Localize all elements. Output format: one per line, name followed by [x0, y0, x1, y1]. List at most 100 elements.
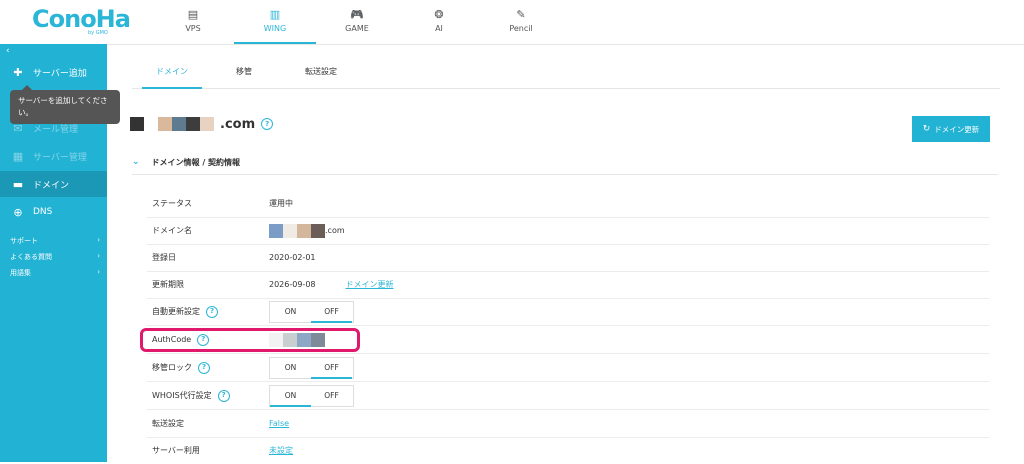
- nav-pencil[interactable]: ✎ Pencil: [480, 0, 562, 44]
- nav-label: VPS: [185, 24, 201, 33]
- row-auto-renew: 自動更新設定 ? ON OFF: [147, 298, 989, 326]
- row-value: 2026-09-08 ドメイン更新: [269, 271, 394, 298]
- service-nav: ▤ VPS ▥ WING 🎮 GAME ❂ AI ✎ Pencil: [152, 0, 562, 44]
- row-value: .com: [269, 217, 345, 244]
- domain-title: .com: [220, 116, 256, 132]
- redacted-block: [283, 223, 297, 238]
- whois-toggle: ON OFF: [269, 385, 354, 407]
- row-label: ドメイン名: [152, 226, 192, 235]
- domain-header: .com ?: [130, 116, 274, 132]
- toggle-on[interactable]: ON: [270, 358, 311, 378]
- toggle-off[interactable]: OFF: [311, 386, 352, 406]
- row-value: 未設定: [269, 437, 293, 464]
- row-label: 更新期限: [152, 280, 184, 289]
- nav-label: Pencil: [509, 24, 533, 33]
- logo-sub: by GMO: [88, 30, 108, 36]
- sidebar-item-label: サーバー追加: [33, 68, 87, 79]
- brain-icon: ❂: [434, 8, 444, 21]
- expiry-date: 2026-09-08: [269, 280, 316, 289]
- pencil-icon: ✎: [516, 8, 526, 21]
- nav-game[interactable]: 🎮 GAME: [316, 0, 398, 44]
- tab-transfer[interactable]: 移管: [224, 56, 264, 88]
- collapse-sidebar-icon[interactable]: ‹: [6, 46, 10, 56]
- row-label: 転送設定: [152, 419, 184, 428]
- domain-info-section-header[interactable]: ⌄ ドメイン情報 / 契約情報: [132, 150, 998, 175]
- chevron-down-icon: ⌄: [132, 157, 140, 167]
- domain-renew-button[interactable]: ↻ ドメイン更新: [912, 116, 990, 142]
- row-registered: 登録日 2020-02-01: [147, 244, 989, 272]
- row-forwarding: 転送設定 False: [147, 410, 989, 438]
- nav-wing[interactable]: ▥ WING: [234, 0, 316, 44]
- conoha-logo[interactable]: ConoHa by GMO: [32, 4, 131, 40]
- tab-domain[interactable]: ドメイン: [142, 56, 202, 89]
- row-transfer-lock: 移管ロック ? ON OFF: [147, 354, 989, 382]
- redacted-block: [269, 223, 283, 238]
- sidebar-link-glossary[interactable]: 用語集 ›: [10, 268, 100, 278]
- globe-icon: ⊕: [13, 205, 23, 219]
- renew-domain-link[interactable]: ドメイン更新: [346, 279, 394, 290]
- toggle-off[interactable]: OFF: [311, 302, 352, 323]
- sidebar-item-domain[interactable]: ▬ ドメイン: [0, 171, 107, 197]
- server-use-link[interactable]: 未設定: [269, 445, 293, 456]
- top-bar: ConoHa by GMO ▤ VPS ▥ WING 🎮 GAME ❂ AI ✎…: [0, 0, 1024, 45]
- sidebar-item-dns[interactable]: ⊕ DNS: [0, 199, 107, 225]
- row-value: False: [269, 410, 289, 437]
- gamepad-icon: 🎮: [350, 8, 364, 21]
- tab-forwarding[interactable]: 転送設定: [294, 56, 348, 88]
- help-icon[interactable]: ?: [217, 389, 230, 402]
- row-label: ステータス: [152, 199, 192, 208]
- row-label: サーバー利用: [152, 446, 200, 455]
- server-icon: ▦: [12, 149, 24, 163]
- nav-vps[interactable]: ▤ VPS: [152, 0, 234, 44]
- row-expiry: 更新期限 2026-09-08 ドメイン更新: [147, 271, 989, 299]
- row-label: 登録日: [152, 253, 176, 262]
- forwarding-link[interactable]: False: [269, 419, 289, 428]
- row-label-text: 移管ロック: [152, 363, 192, 372]
- row-status: ステータス 運用中: [147, 190, 989, 218]
- row-label-text: WHOIS代行設定: [152, 391, 212, 400]
- redacted-block: [186, 117, 200, 131]
- chevron-right-icon: ›: [97, 236, 100, 244]
- refresh-icon: ↻: [922, 124, 931, 134]
- toggle-on[interactable]: ON: [270, 302, 311, 322]
- chevron-right-icon: ›: [97, 252, 100, 260]
- section-title: ドメイン情報 / 契約情報: [151, 157, 241, 167]
- toggle-on[interactable]: ON: [270, 386, 311, 407]
- sidebar-link-faq[interactable]: よくある質問 ›: [10, 252, 100, 262]
- sidebar-item-label: ドメイン: [33, 180, 70, 191]
- plus-icon: ✚: [13, 65, 23, 79]
- redacted-block: [144, 117, 158, 131]
- redacted-block: [297, 223, 311, 238]
- row-value: 2020-02-01: [269, 253, 316, 262]
- sidebar-item-label: DNS: [33, 207, 53, 217]
- help-icon[interactable]: ?: [206, 305, 218, 318]
- domain-suffix: .com: [325, 226, 345, 235]
- row-label-text: 自動更新設定: [152, 307, 200, 316]
- domain-tabs: ドメイン 移管 転送設定: [132, 56, 1000, 89]
- sidebar-link-label: 用語集: [10, 269, 31, 277]
- row-value: 運用中: [269, 199, 293, 208]
- transfer-lock-toggle: ON OFF: [269, 357, 354, 379]
- domain-icon: ▬: [12, 177, 24, 191]
- nav-ai[interactable]: ❂ AI: [398, 0, 480, 44]
- logo-text: ConoHa: [32, 5, 131, 33]
- sidebar-item-label: サーバー管理: [33, 152, 87, 163]
- button-label: ドメイン更新: [934, 124, 980, 134]
- toggle-off[interactable]: OFF: [311, 358, 352, 379]
- redacted-block: [130, 117, 144, 131]
- row-domain-name: ドメイン名 .com: [147, 217, 989, 245]
- building-icon: ▥: [269, 8, 281, 21]
- sidebar-link-label: サポート: [10, 237, 38, 245]
- sidebar-link-label: よくある質問: [10, 253, 52, 261]
- sidebar-item-add-server[interactable]: ✚ サーバー追加: [0, 59, 107, 85]
- sidebar-item-server-manage[interactable]: ▦ サーバー管理: [0, 143, 107, 169]
- help-icon[interactable]: ?: [198, 361, 210, 374]
- nav-label: AI: [435, 24, 443, 33]
- sidebar-link-support[interactable]: サポート ›: [10, 236, 100, 246]
- chevron-right-icon: ›: [97, 268, 100, 276]
- redacted-block: [158, 117, 172, 131]
- row-label: 移管ロック ?: [152, 354, 210, 381]
- server-icon: ▤: [187, 8, 199, 21]
- help-icon[interactable]: ?: [261, 118, 274, 130]
- row-label: 自動更新設定 ?: [152, 298, 218, 325]
